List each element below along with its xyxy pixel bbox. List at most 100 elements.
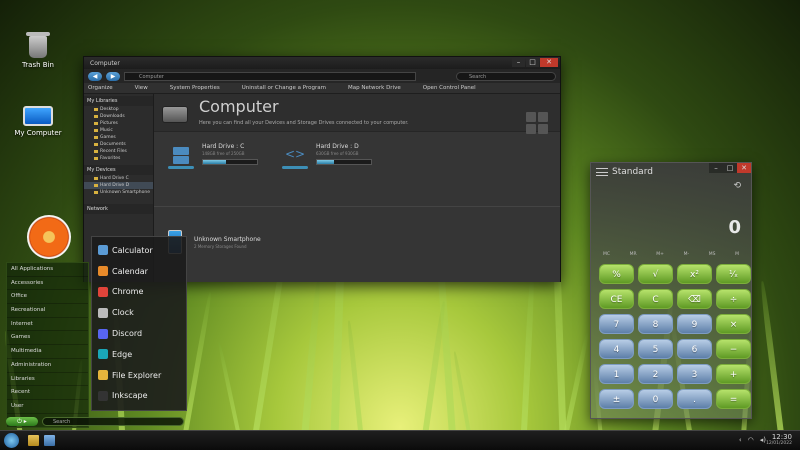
calc-key[interactable]: CE (599, 289, 634, 309)
device-meta: 2 Memory Storages Found (194, 243, 247, 249)
chevron-left-icon[interactable]: ‹ (739, 436, 742, 444)
file-explorer-taskbar-icon[interactable] (28, 435, 39, 446)
close-button[interactable]: ✕ (540, 58, 558, 67)
start-search-input[interactable]: Search (42, 416, 184, 426)
calc-key[interactable]: × (716, 314, 751, 334)
memory-button[interactable]: MC (603, 252, 610, 257)
view-tiles-icon[interactable] (526, 112, 548, 134)
memory-button[interactable]: M+ (656, 252, 664, 257)
memory-button[interactable]: MR (630, 252, 637, 257)
calc-key[interactable]: ⌫ (677, 289, 712, 309)
start-category[interactable]: Games (7, 331, 88, 346)
start-category[interactable]: Administration (7, 359, 88, 373)
desktop-icon-computer[interactable]: My Computer (8, 106, 68, 137)
calc-key[interactable]: − (716, 339, 751, 359)
nav-header-network[interactable]: Network (84, 204, 153, 214)
nav-item[interactable]: Games (84, 134, 153, 141)
nav-item[interactable]: Documents (84, 141, 153, 148)
calc-key[interactable]: 3 (677, 364, 712, 384)
calc-key[interactable]: 8 (638, 314, 673, 334)
explorer-titlebar[interactable]: Computer – □ ✕ (84, 57, 560, 69)
history-icon[interactable]: ⟲ (733, 181, 741, 191)
maximize-button[interactable]: □ (723, 163, 737, 173)
calc-key[interactable]: C (638, 289, 673, 309)
nav-header-libraries[interactable]: My Libraries (84, 96, 153, 106)
command-5[interactable]: Open Control Panel (423, 85, 476, 91)
nav-item[interactable]: Desktop (84, 106, 153, 113)
start-category[interactable]: Office (7, 290, 88, 305)
calc-key[interactable]: 7 (599, 314, 634, 334)
calc-key[interactable]: 6 (677, 339, 712, 359)
calc-key[interactable]: ÷ (716, 289, 751, 309)
nav-item[interactable]: Unknown Smartphone (84, 189, 153, 196)
wifi-icon[interactable]: ◠ (748, 436, 754, 444)
start-category[interactable]: Multimedia (7, 345, 88, 359)
calc-key[interactable]: x² (677, 264, 712, 284)
back-button[interactable]: ◀ (88, 71, 102, 81)
calc-key[interactable]: 2 (638, 364, 673, 384)
app-item[interactable]: Calendar (92, 261, 186, 282)
menu-icon[interactable] (596, 168, 608, 176)
app-item[interactable]: Calculator (92, 240, 186, 261)
start-category[interactable]: Recent (7, 386, 88, 400)
nav-item[interactable]: Hard Drive C (84, 175, 153, 182)
nav-item[interactable]: Pictures (84, 120, 153, 127)
nav-item[interactable]: Recent Files (84, 148, 153, 155)
command-2[interactable]: System Properties (170, 85, 220, 91)
folder-icon (94, 157, 98, 160)
calc-key[interactable]: . (677, 389, 712, 409)
memory-button[interactable]: M- (684, 252, 690, 257)
app-item[interactable]: Inkscape (92, 386, 186, 407)
app-item[interactable]: File Explorer (92, 365, 186, 386)
start-category[interactable]: User (7, 400, 88, 414)
calc-key[interactable]: 4 (599, 339, 634, 359)
clock[interactable]: 12:30 12/01/2022 (766, 433, 792, 446)
nav-item[interactable]: Favorites (84, 155, 153, 162)
nav-item[interactable]: Hard Drive D (84, 182, 153, 189)
volume-icon[interactable]: ◂) (760, 436, 766, 444)
command-4[interactable]: Map Network Drive (348, 85, 401, 91)
search-input[interactable]: Search (456, 71, 556, 81)
maximize-button[interactable]: □ (526, 58, 539, 67)
calc-key[interactable]: ¹⁄ₓ (716, 264, 751, 284)
address-bar[interactable]: Computer (124, 71, 416, 81)
calc-key[interactable]: 0 (638, 389, 673, 409)
command-0[interactable]: Organize (88, 85, 113, 91)
calc-key[interactable]: + (716, 364, 751, 384)
start-category[interactable]: Recreational (7, 304, 88, 318)
close-button[interactable]: ✕ (737, 163, 751, 173)
start-category[interactable]: All Applications (7, 263, 88, 277)
calc-key[interactable]: √ (638, 264, 673, 284)
drive-c[interactable]: Hard Drive : C 148GB free of 250GB (168, 143, 258, 169)
app-item[interactable]: Clock (92, 302, 186, 323)
app-item[interactable]: Edge (92, 344, 186, 365)
forward-button[interactable]: ▶ (106, 71, 120, 81)
power-button[interactable]: ⏻ ▸ (6, 416, 38, 426)
minimize-button[interactable]: – (709, 163, 723, 173)
calc-key[interactable]: ± (599, 389, 634, 409)
command-3[interactable]: Uninstall or Change a Program (242, 85, 326, 91)
app-icon (98, 266, 108, 277)
calc-key[interactable]: = (716, 389, 751, 409)
nav-header-devices[interactable]: My Devices (84, 165, 153, 175)
minimize-button[interactable]: – (512, 58, 525, 67)
start-button[interactable] (4, 433, 19, 448)
clock-time: 12:30 (771, 433, 792, 441)
drive-d[interactable]: <> Hard Drive : D 630GB free of 930GB (282, 143, 372, 169)
memory-button[interactable]: MS (709, 252, 716, 257)
memory-button[interactable]: M (735, 252, 739, 257)
nav-item[interactable]: Downloads (84, 113, 153, 120)
desktop-icon-trash[interactable]: Trash Bin (8, 32, 68, 69)
app-item[interactable]: Discord (92, 323, 186, 344)
calc-key[interactable]: 1 (599, 364, 634, 384)
calc-key[interactable]: 9 (677, 314, 712, 334)
start-category[interactable]: Accessories (7, 277, 88, 291)
calc-key[interactable]: % (599, 264, 634, 284)
start-category[interactable]: Internet (7, 318, 88, 332)
calc-key[interactable]: 5 (638, 339, 673, 359)
app-item[interactable]: Chrome (92, 282, 186, 303)
command-1[interactable]: View (135, 85, 148, 91)
calculator-taskbar-icon[interactable] (44, 435, 55, 446)
nav-item[interactable]: Music (84, 127, 153, 134)
start-category[interactable]: Libraries (7, 373, 88, 387)
